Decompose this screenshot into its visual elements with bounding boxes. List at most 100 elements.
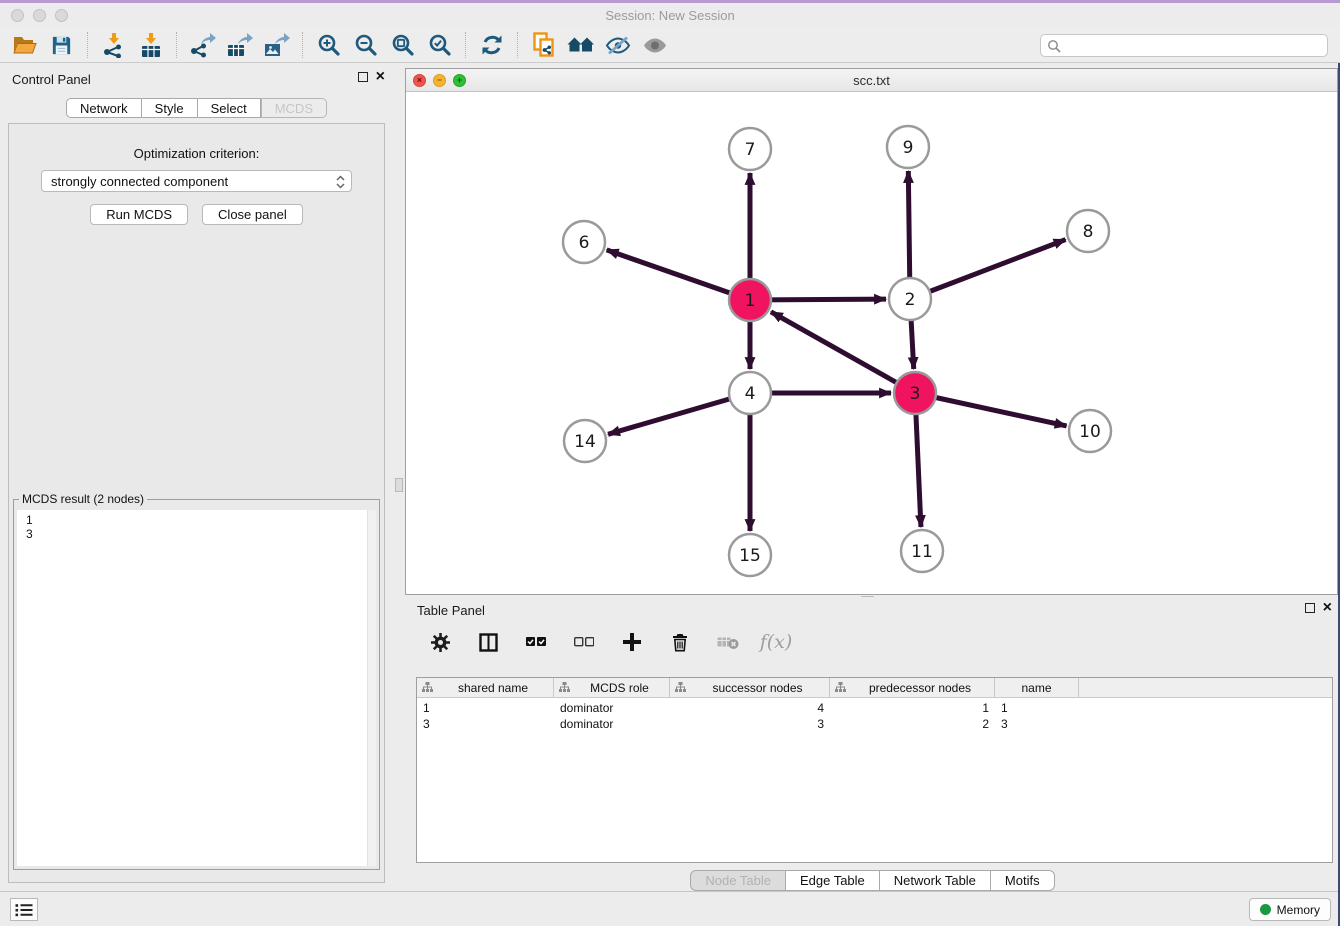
cell-name[interactable]: 3: [995, 717, 1079, 731]
tab-network-table[interactable]: Network Table: [880, 870, 991, 891]
deselect-all-rows-icon[interactable]: [571, 629, 597, 655]
zoom-selected-icon[interactable]: [421, 30, 458, 61]
export-image-icon[interactable]: [258, 30, 295, 61]
node-table: shared name MCDS rolesuccessor nodesprede…: [416, 677, 1333, 863]
svg-text:4: 4: [745, 384, 756, 404]
close-panel-button[interactable]: Close panel: [202, 204, 303, 225]
vertical-splitter[interactable]: [393, 66, 405, 891]
graph-node-1[interactable]: 1: [729, 279, 771, 321]
graph-node-10[interactable]: 10: [1069, 410, 1111, 452]
add-column-icon[interactable]: [619, 629, 645, 655]
tab-edge-table[interactable]: Edge Table: [786, 870, 880, 891]
task-history-button[interactable]: [10, 898, 38, 921]
edge-3-10[interactable]: [915, 393, 1067, 426]
search-input[interactable]: [1061, 39, 1327, 53]
close-panel-icon[interactable]: ×: [376, 71, 385, 83]
cell-successor-nodes[interactable]: 3: [670, 717, 830, 731]
save-session-icon[interactable]: [43, 30, 80, 61]
search-box[interactable]: [1040, 34, 1328, 57]
delete-table-icon[interactable]: [715, 629, 741, 655]
tab-node-table[interactable]: Node Table: [690, 870, 786, 891]
cell-predecessor-nodes[interactable]: 1: [830, 701, 995, 715]
export-network-icon[interactable]: [184, 30, 221, 61]
export-table-icon[interactable]: [221, 30, 258, 61]
edge-3-1[interactable]: [771, 312, 915, 393]
graph-node-6[interactable]: 6: [563, 221, 605, 263]
zoom-fit-icon[interactable]: [384, 30, 421, 61]
tab-style[interactable]: Style: [142, 98, 198, 118]
cell-name[interactable]: 1: [995, 701, 1079, 715]
function-builder-icon[interactable]: f(x): [763, 629, 789, 655]
window-title: Session: New Session: [0, 8, 1340, 23]
criterion-select[interactable]: strongly connected component: [41, 170, 352, 192]
table-row[interactable]: 1dominator411: [417, 700, 1332, 716]
graph-node-11[interactable]: 11: [901, 530, 943, 572]
tab-mcds[interactable]: MCDS: [261, 98, 327, 118]
graph-node-14[interactable]: 14: [564, 420, 606, 462]
column-tree-icon: [670, 681, 686, 695]
search-icon: [1047, 39, 1061, 53]
mcds-result-title: MCDS result (2 nodes): [19, 492, 147, 506]
cell-shared-name[interactable]: 3: [417, 717, 554, 731]
graph-node-8[interactable]: 8: [1067, 210, 1109, 252]
column-header-shared-name[interactable]: shared name: [417, 678, 554, 697]
cell-shared-name[interactable]: 1: [417, 701, 554, 715]
graph-node-15[interactable]: 15: [729, 534, 771, 576]
first-neighbors-icon[interactable]: [525, 30, 562, 61]
network-minimize-icon[interactable]: −: [433, 74, 446, 87]
import-table-icon[interactable]: [132, 30, 169, 61]
home-layout-icon[interactable]: [562, 30, 599, 61]
toolbar-separator: [87, 32, 88, 58]
cell-mcds-role[interactable]: dominator: [554, 701, 670, 715]
graph-node-2[interactable]: 2: [889, 278, 931, 320]
column-label: MCDS role: [570, 681, 669, 695]
cell-successor-nodes[interactable]: 4: [670, 701, 830, 715]
column-header-mcds-role[interactable]: MCDS role: [554, 678, 670, 697]
graph-node-9[interactable]: 9: [887, 126, 929, 168]
refresh-layout-icon[interactable]: [473, 30, 510, 61]
delete-column-icon[interactable]: [667, 629, 693, 655]
optimization-criterion-label: Optimization criterion:: [9, 146, 384, 161]
edge-1-6[interactable]: [607, 250, 750, 300]
tab-network[interactable]: Network: [66, 98, 142, 118]
column-header-successor-nodes[interactable]: successor nodes: [670, 678, 830, 697]
open-file-icon[interactable]: [6, 30, 43, 61]
hide-selected-icon[interactable]: [599, 30, 636, 61]
tab-select[interactable]: Select: [198, 98, 261, 118]
result-scrollbar[interactable]: [367, 510, 376, 866]
run-mcds-button[interactable]: Run MCDS: [90, 204, 188, 225]
network-window: × − + scc.txt 7 9 6 8 1 2 4 3 14 10 15 11: [405, 68, 1338, 595]
network-maximize-icon[interactable]: +: [453, 74, 466, 87]
toolbar-separator: [517, 32, 518, 58]
graph-node-7[interactable]: 7: [729, 128, 771, 170]
select-all-rows-icon[interactable]: [523, 629, 549, 655]
svg-text:3: 3: [910, 384, 921, 404]
network-window-titlebar: × − + scc.txt: [406, 69, 1337, 92]
zoom-in-icon[interactable]: [310, 30, 347, 61]
svg-text:2: 2: [905, 290, 916, 310]
column-header-predecessor-nodes[interactable]: predecessor nodes: [830, 678, 995, 697]
mcds-result-area[interactable]: 1 3: [17, 510, 376, 866]
network-close-icon[interactable]: ×: [413, 74, 426, 87]
cell-predecessor-nodes[interactable]: 2: [830, 717, 995, 731]
memory-button[interactable]: Memory: [1249, 898, 1331, 921]
close-table-panel-icon[interactable]: ×: [1323, 602, 1332, 614]
show-columns-icon[interactable]: [475, 629, 501, 655]
graph-node-4[interactable]: 4: [729, 372, 771, 414]
edge-2-8[interactable]: [910, 240, 1066, 299]
tab-motifs[interactable]: Motifs: [991, 870, 1055, 891]
show-all-icon[interactable]: [636, 30, 673, 61]
svg-text:10: 10: [1079, 422, 1101, 442]
graph-node-3[interactable]: 3: [894, 372, 936, 414]
network-canvas[interactable]: 7 9 6 8 1 2 4 3 14 10 15 11: [406, 92, 1337, 594]
table-row[interactable]: 3dominator323: [417, 716, 1332, 732]
zoom-out-icon[interactable]: [347, 30, 384, 61]
column-label: name: [995, 681, 1078, 695]
splitter-grip[interactable]: [395, 478, 403, 492]
float-panel-icon[interactable]: [358, 72, 368, 82]
cell-mcds-role[interactable]: dominator: [554, 717, 670, 731]
column-header-name[interactable]: name: [995, 678, 1079, 697]
float-table-panel-icon[interactable]: [1305, 603, 1315, 613]
import-network-icon[interactable]: [95, 30, 132, 61]
table-options-icon[interactable]: [427, 629, 453, 655]
